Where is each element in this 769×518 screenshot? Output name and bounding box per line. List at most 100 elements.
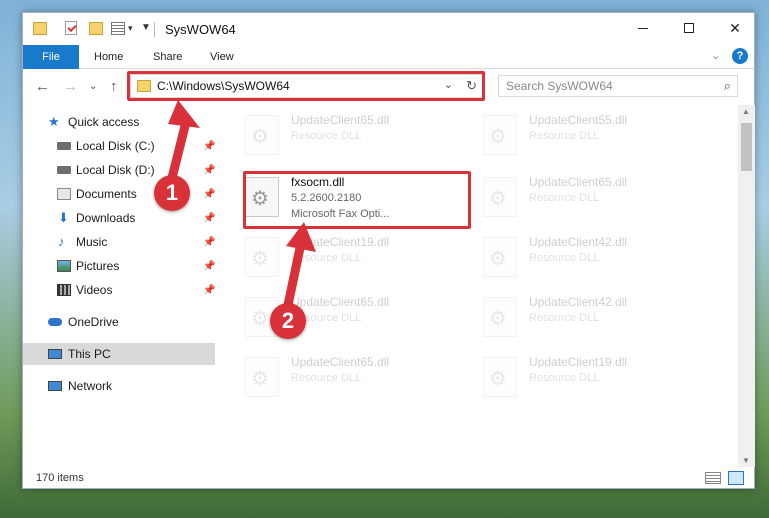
list-item[interactable]: UpdateClient65.dll Resource DLL (245, 111, 455, 163)
pin-icon: 📌 (203, 260, 216, 272)
list-item[interactable]: UpdateClient19.dll Resource DLL (245, 233, 455, 285)
file-description: Resource DLL (529, 312, 600, 324)
tiles-view-icon[interactable] (728, 471, 744, 485)
maximize-button[interactable] (666, 13, 712, 43)
step-1-badge: 1 (154, 175, 190, 211)
sidebar-item-downloads[interactable]: ⬇ Downloads 📌 (23, 207, 215, 229)
onedrive-icon (48, 318, 62, 326)
pin-icon: 📌 (203, 284, 216, 296)
pin-icon: 📌 (203, 236, 216, 248)
dll-file-icon (483, 297, 517, 337)
pin-icon: 📌 (203, 140, 216, 152)
dll-file-icon (483, 357, 517, 397)
new-folder-icon[interactable] (89, 22, 103, 35)
divider (154, 22, 155, 37)
qa-dropdown-icon[interactable]: ▾ (128, 23, 133, 41)
file-description: Resource DLL (529, 372, 600, 384)
scroll-thumb[interactable] (741, 123, 752, 171)
minimize-icon (638, 27, 648, 29)
list-item[interactable]: UpdateClient65.dll Resource DLL (245, 353, 455, 405)
close-button[interactable]: ✕ (712, 13, 758, 43)
this-pc-icon (48, 349, 62, 359)
navigation-pane: ★ Quick access Local Disk (C:) 📌 Local D… (23, 105, 215, 465)
item-count: 170 items (36, 472, 84, 484)
expand-ribbon-icon[interactable]: ⌄ (711, 49, 720, 62)
sidebar-item-local-disk-c[interactable]: Local Disk (C:) 📌 (23, 135, 215, 157)
file-name: UpdateClient42.dll (529, 295, 628, 309)
videos-icon (57, 284, 71, 296)
address-highlight-box (127, 71, 485, 101)
tab-view[interactable]: View (210, 51, 234, 63)
disk-icon (57, 142, 71, 150)
list-item[interactable]: UpdateClient42.dll Resource DLL (483, 293, 693, 345)
file-name: UpdateClient55.dll (529, 113, 628, 127)
file-name: UpdateClient42.dll (529, 235, 628, 249)
file-description: Resource DLL (291, 252, 362, 264)
sidebar-item-music[interactable]: ♪ Music 📌 (23, 231, 215, 253)
sidebar-item-label: Local Disk (D:) (76, 163, 155, 177)
dll-file-icon (245, 237, 279, 277)
ribbon-tabs: File Home Share View ⌄ ? (23, 45, 754, 69)
list-item[interactable]: UpdateClient19.dll Resource DLL (483, 353, 693, 405)
tab-share[interactable]: Share (153, 51, 182, 63)
sidebar-item-label: Documents (76, 187, 137, 201)
sidebar-item-label: Music (76, 235, 108, 249)
file-description: Resource DLL (291, 130, 362, 142)
sidebar-item-quick-access[interactable]: ★ Quick access (23, 111, 215, 133)
file-explorer-window: ▾ ▼ SysWOW64 ✕ File Home Share View ⌄ ? … (22, 12, 755, 489)
pin-icon: 📌 (203, 164, 216, 176)
title-bar: ▾ ▼ SysWOW64 ✕ (23, 13, 754, 45)
properties-check-icon[interactable] (65, 21, 77, 35)
help-icon[interactable]: ? (732, 48, 748, 64)
sidebar-item-label: Pictures (76, 259, 120, 273)
step-2-badge: 2 (270, 303, 306, 339)
vertical-scrollbar[interactable]: ▲ ▼ (738, 105, 755, 467)
dll-file-icon (245, 115, 279, 155)
file-name: UpdateClient65.dll (291, 295, 390, 309)
disk-icon (57, 166, 71, 174)
file-highlight-box (243, 171, 471, 229)
dll-file-icon (483, 115, 517, 155)
search-input[interactable]: Search SysWOW64 ⌕ (498, 75, 738, 97)
sidebar-item-label: Downloads (76, 211, 136, 225)
tab-file[interactable]: File (23, 45, 79, 69)
documents-icon (57, 188, 71, 200)
customize-toolbar-icon[interactable] (111, 22, 125, 35)
qa-pin-icon[interactable]: ▼ (141, 22, 151, 40)
list-item[interactable]: UpdateClient42.dll Resource DLL (483, 233, 693, 285)
pin-icon: 📌 (203, 188, 216, 200)
tab-home[interactable]: Home (94, 51, 123, 63)
recent-locations-icon[interactable]: ⌄ (89, 81, 97, 92)
file-description: Resource DLL (529, 130, 600, 142)
forward-arrow-icon[interactable]: → (63, 78, 78, 95)
back-arrow-icon[interactable]: ← (35, 78, 50, 95)
sidebar-item-label: This PC (68, 347, 111, 361)
sidebar-item-onedrive[interactable]: OneDrive (23, 311, 215, 333)
sidebar-item-network[interactable]: Network (23, 375, 215, 397)
star-icon: ★ (48, 114, 60, 129)
sidebar-item-local-disk-d[interactable]: Local Disk (D:) 📌 (23, 159, 215, 181)
sidebar-item-label: Quick access (68, 115, 140, 129)
file-description: Resource DLL (529, 192, 600, 204)
sidebar-item-label: Videos (76, 283, 113, 297)
pin-icon: 📌 (203, 212, 216, 224)
minimize-button[interactable] (620, 13, 666, 43)
scroll-up-icon[interactable]: ▲ (742, 107, 750, 116)
sidebar-item-pictures[interactable]: Pictures 📌 (23, 255, 215, 277)
list-item[interactable]: UpdateClient55.dll Resource DLL (483, 111, 693, 163)
sidebar-item-videos[interactable]: Videos 📌 (23, 279, 215, 301)
search-icon[interactable]: ⌕ (724, 78, 731, 94)
window-title: SysWOW64 (165, 22, 236, 37)
list-item[interactable]: UpdateClient65.dll Resource DLL (483, 173, 693, 225)
dll-file-icon (483, 237, 517, 277)
file-name: UpdateClient65.dll (529, 175, 628, 189)
file-name: UpdateClient19.dll (291, 235, 390, 249)
close-icon: ✕ (729, 19, 741, 36)
scroll-down-icon[interactable]: ▼ (742, 456, 750, 465)
downloads-icon: ⬇ (58, 210, 69, 225)
sidebar-item-this-pc[interactable]: This PC (23, 343, 215, 365)
network-icon (48, 381, 62, 391)
details-view-icon[interactable] (705, 472, 721, 484)
dll-file-icon (483, 177, 517, 217)
up-arrow-icon[interactable]: ↑ (110, 78, 118, 95)
